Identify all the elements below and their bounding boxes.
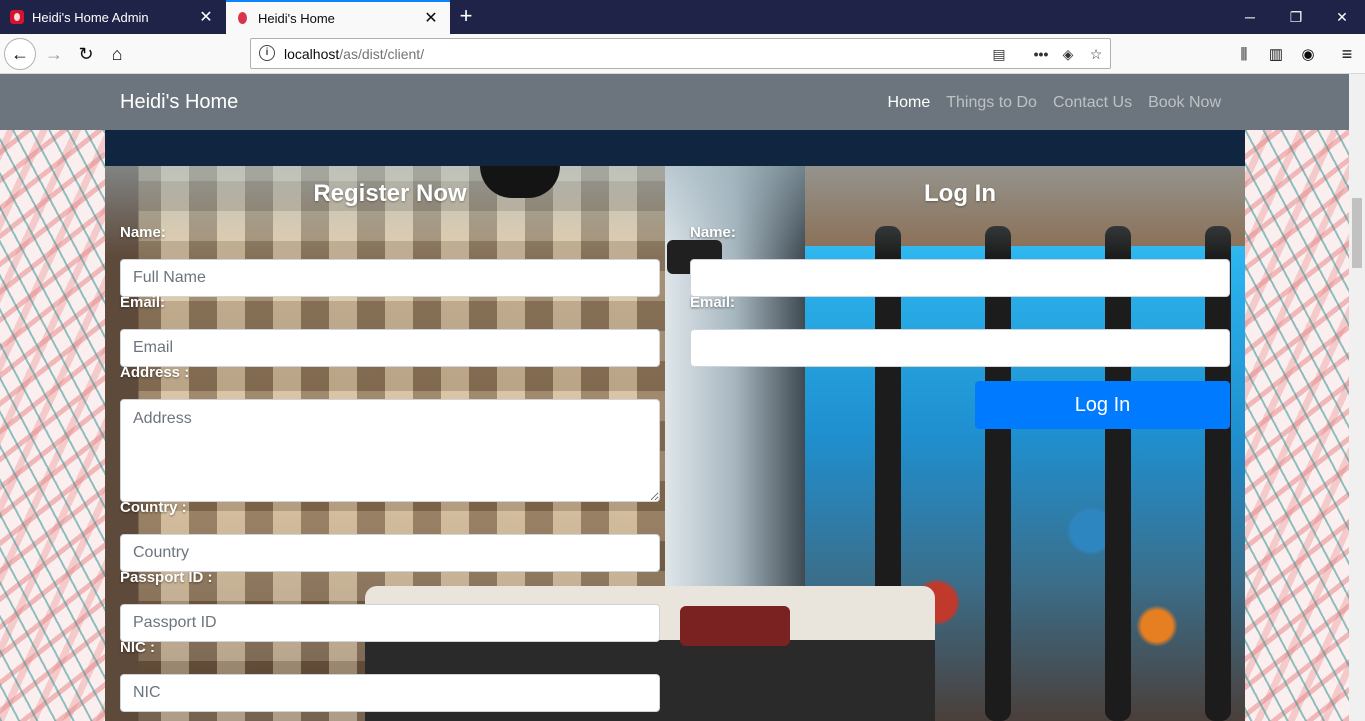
- register-country-input[interactable]: [120, 534, 660, 572]
- url-path: /as/dist/client/: [339, 46, 425, 62]
- register-name-input[interactable]: [120, 259, 660, 297]
- browser-tab-home[interactable]: Heidi's Home ✕: [226, 0, 450, 34]
- register-name-label: Name:: [120, 224, 166, 241]
- red-blanket: [680, 606, 790, 646]
- window-beam: [1205, 226, 1231, 721]
- site-navbar: Heidi's Home Home Things to Do Contact U…: [0, 74, 1349, 130]
- main-container: Register Now Name: Email: Address : Coun…: [105, 130, 1245, 721]
- nav-link-home[interactable]: Home: [888, 94, 931, 112]
- login-email-label: Email:: [690, 294, 736, 311]
- back-icon[interactable]: ←: [4, 38, 36, 70]
- page-actions-icon[interactable]: •••: [1030, 43, 1052, 65]
- url-host: localhost: [284, 46, 340, 62]
- minimize-icon[interactable]: ─: [1227, 0, 1273, 34]
- login-name-input[interactable]: [690, 259, 1230, 297]
- site-favicon-icon: [236, 11, 250, 25]
- nav-link-contact-us[interactable]: Contact Us: [1053, 94, 1132, 112]
- register-passport-input[interactable]: [120, 604, 660, 642]
- register-email-input[interactable]: [120, 329, 660, 367]
- scrollbar-thumb[interactable]: [1352, 198, 1362, 268]
- nav-link-book-now[interactable]: Book Now: [1148, 94, 1221, 112]
- window-beam: [985, 226, 1011, 721]
- register-email-label: Email:: [120, 294, 166, 311]
- register-address-textarea[interactable]: [120, 399, 660, 502]
- login-title: Log In: [924, 180, 996, 207]
- restore-icon[interactable]: ❐: [1273, 0, 1319, 34]
- browser-toolbar: ← → ↻ ⌂ i localhost/as/dist/client/ ▤ ••…: [0, 34, 1365, 74]
- close-tab-icon[interactable]: ✕: [422, 9, 440, 27]
- menu-icon[interactable]: ≡: [1331, 38, 1363, 70]
- header-strip: [105, 130, 1245, 166]
- site-favicon-icon: [10, 10, 24, 24]
- register-nic-input[interactable]: [120, 674, 660, 712]
- register-title: Register Now: [313, 180, 467, 207]
- sidebar-icon[interactable]: ▥: [1260, 38, 1292, 70]
- register-address-label: Address :: [120, 364, 190, 381]
- forward-icon[interactable]: →: [38, 38, 70, 70]
- pocket-icon[interactable]: ◈: [1057, 43, 1079, 65]
- browser-tab-admin[interactable]: Heidi's Home Admin ✕: [0, 0, 225, 34]
- nav-link-things-to-do[interactable]: Things to Do: [946, 94, 1037, 112]
- reader-view-icon[interactable]: ▤: [988, 43, 1010, 65]
- bookmark-star-icon[interactable]: ☆: [1085, 43, 1107, 65]
- home-icon[interactable]: ⌂: [101, 38, 133, 70]
- library-icon[interactable]: ⫼: [1228, 38, 1260, 70]
- window-beam: [1105, 226, 1131, 721]
- login-name-label: Name:: [690, 224, 736, 241]
- page-viewport: Heidi's Home Home Things to Do Contact U…: [0, 74, 1349, 721]
- close-tab-icon[interactable]: ✕: [197, 8, 215, 26]
- address-bar[interactable]: i localhost/as/dist/client/ ▤ ••• ◈ ☆: [250, 38, 1111, 69]
- account-icon[interactable]: ◉: [1292, 38, 1324, 70]
- login-email-input[interactable]: [690, 329, 1230, 367]
- reload-icon[interactable]: ↻: [70, 38, 102, 70]
- close-window-icon[interactable]: ✕: [1319, 0, 1365, 34]
- register-nic-label: NIC :: [120, 639, 155, 656]
- register-country-label: Country :: [120, 499, 187, 516]
- new-tab-icon[interactable]: +: [454, 5, 478, 29]
- page-scrollbar[interactable]: [1349, 74, 1365, 721]
- site-info-icon[interactable]: i: [259, 45, 275, 61]
- tab-title: Heidi's Home Admin: [32, 9, 149, 25]
- login-button[interactable]: Log In: [975, 381, 1230, 429]
- site-brand[interactable]: Heidi's Home: [120, 91, 238, 114]
- tab-title: Heidi's Home: [258, 10, 335, 26]
- url-text: localhost/as/dist/client/: [284, 46, 424, 62]
- register-passport-label: Passport ID :: [120, 569, 213, 586]
- browser-tab-bar: Heidi's Home Admin ✕ Heidi's Home ✕ + ─ …: [0, 0, 1365, 34]
- site-nav-links: Home Things to Do Contact Us Book Now: [888, 94, 1221, 112]
